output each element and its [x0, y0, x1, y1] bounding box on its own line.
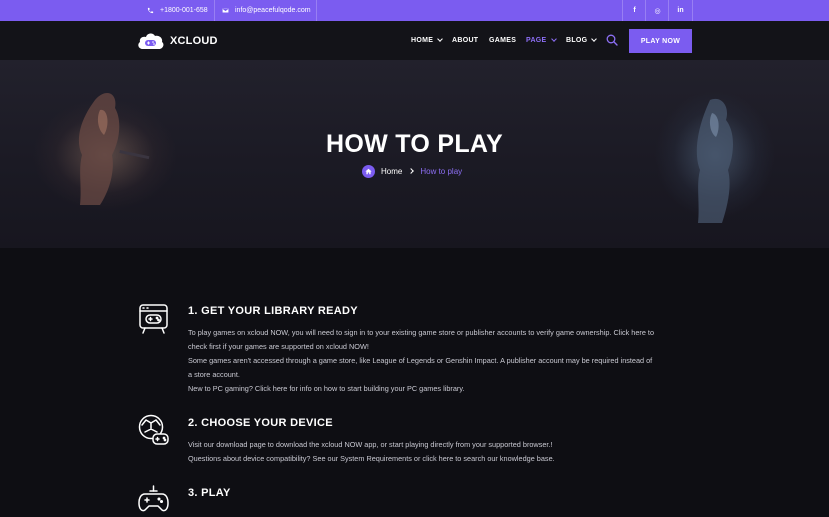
- divider: [214, 0, 215, 21]
- step-title: 1. GET YOUR LIBRARY READY: [188, 305, 358, 317]
- mail-icon: [222, 8, 229, 13]
- step-text: Questions about device compatibility? Se…: [188, 454, 555, 463]
- phone-link[interactable]: +1800-001-658: [147, 0, 208, 21]
- page-title: HOW TO PLAY: [326, 130, 503, 158]
- step-text: a store account.: [188, 370, 240, 379]
- nav-about[interactable]: ABOUT: [452, 21, 478, 60]
- nav-blog-label: BLOG: [566, 37, 588, 44]
- step-text: New to PC gaming? Click here for info on…: [188, 384, 465, 393]
- step-text: To play games on xcloud NOW, you will ne…: [188, 328, 655, 337]
- device-icon: [138, 414, 169, 445]
- step-title: 2. CHOOSE YOUR DEVICE: [188, 417, 333, 429]
- chevron-right-icon: [408, 168, 415, 174]
- search-icon[interactable]: [606, 34, 618, 46]
- step-text: Some games aren't accessed through a gam…: [188, 356, 653, 365]
- chevron-down-icon: [550, 36, 557, 42]
- breadcrumb: Home How to play: [362, 164, 462, 178]
- site-logo[interactable]: XCLOUD: [137, 31, 218, 50]
- nav-home-label: HOME: [411, 37, 434, 44]
- divider: [692, 0, 693, 21]
- breadcrumb-home[interactable]: Home: [381, 167, 402, 176]
- phone-icon: [147, 7, 154, 14]
- nav-games-label: GAMES: [489, 37, 517, 44]
- step-text: Visit our download page to download the …: [188, 440, 553, 449]
- facebook-icon[interactable]: f: [623, 0, 646, 21]
- top-bar: +1800-001-658 info@peacefulqode.com f ◎ …: [0, 0, 829, 21]
- linkedin-icon[interactable]: in: [669, 0, 692, 21]
- cloud-gamepad-icon: [138, 33, 164, 49]
- instagram-icon[interactable]: ◎: [646, 0, 669, 21]
- nav-page[interactable]: PAGE: [526, 21, 557, 60]
- library-icon: [139, 304, 168, 334]
- phone-number: +1800-001-658: [160, 7, 208, 14]
- nav-page-label: PAGE: [526, 37, 547, 44]
- email-link[interactable]: info@peacefulqode.com: [222, 0, 311, 21]
- home-icon[interactable]: [362, 164, 375, 178]
- play-now-button[interactable]: PLAY NOW: [629, 29, 692, 53]
- nav-about-label: ABOUT: [452, 37, 479, 44]
- logo-text: XCLOUD: [170, 34, 218, 47]
- nav-home[interactable]: HOME: [411, 21, 444, 60]
- divider: [316, 0, 317, 21]
- nav-games[interactable]: GAMES: [489, 21, 516, 60]
- gamepad-icon: [138, 485, 169, 512]
- chevron-down-icon: [591, 36, 598, 42]
- breadcrumb-current: How to play: [420, 166, 463, 176]
- email-address: info@peacefulqode.com: [235, 7, 311, 14]
- site-header: XCLOUD HOME ABOUT GAMES PAGE BLOG PLAY N…: [0, 21, 829, 60]
- page-hero: HOW TO PLAY Home How to play: [0, 60, 829, 248]
- chevron-down-icon: [437, 36, 444, 42]
- nav-blog[interactable]: BLOG: [566, 21, 598, 60]
- step-text: check first if your games are supported …: [188, 342, 369, 351]
- step-title: 3. PLAY: [188, 487, 231, 499]
